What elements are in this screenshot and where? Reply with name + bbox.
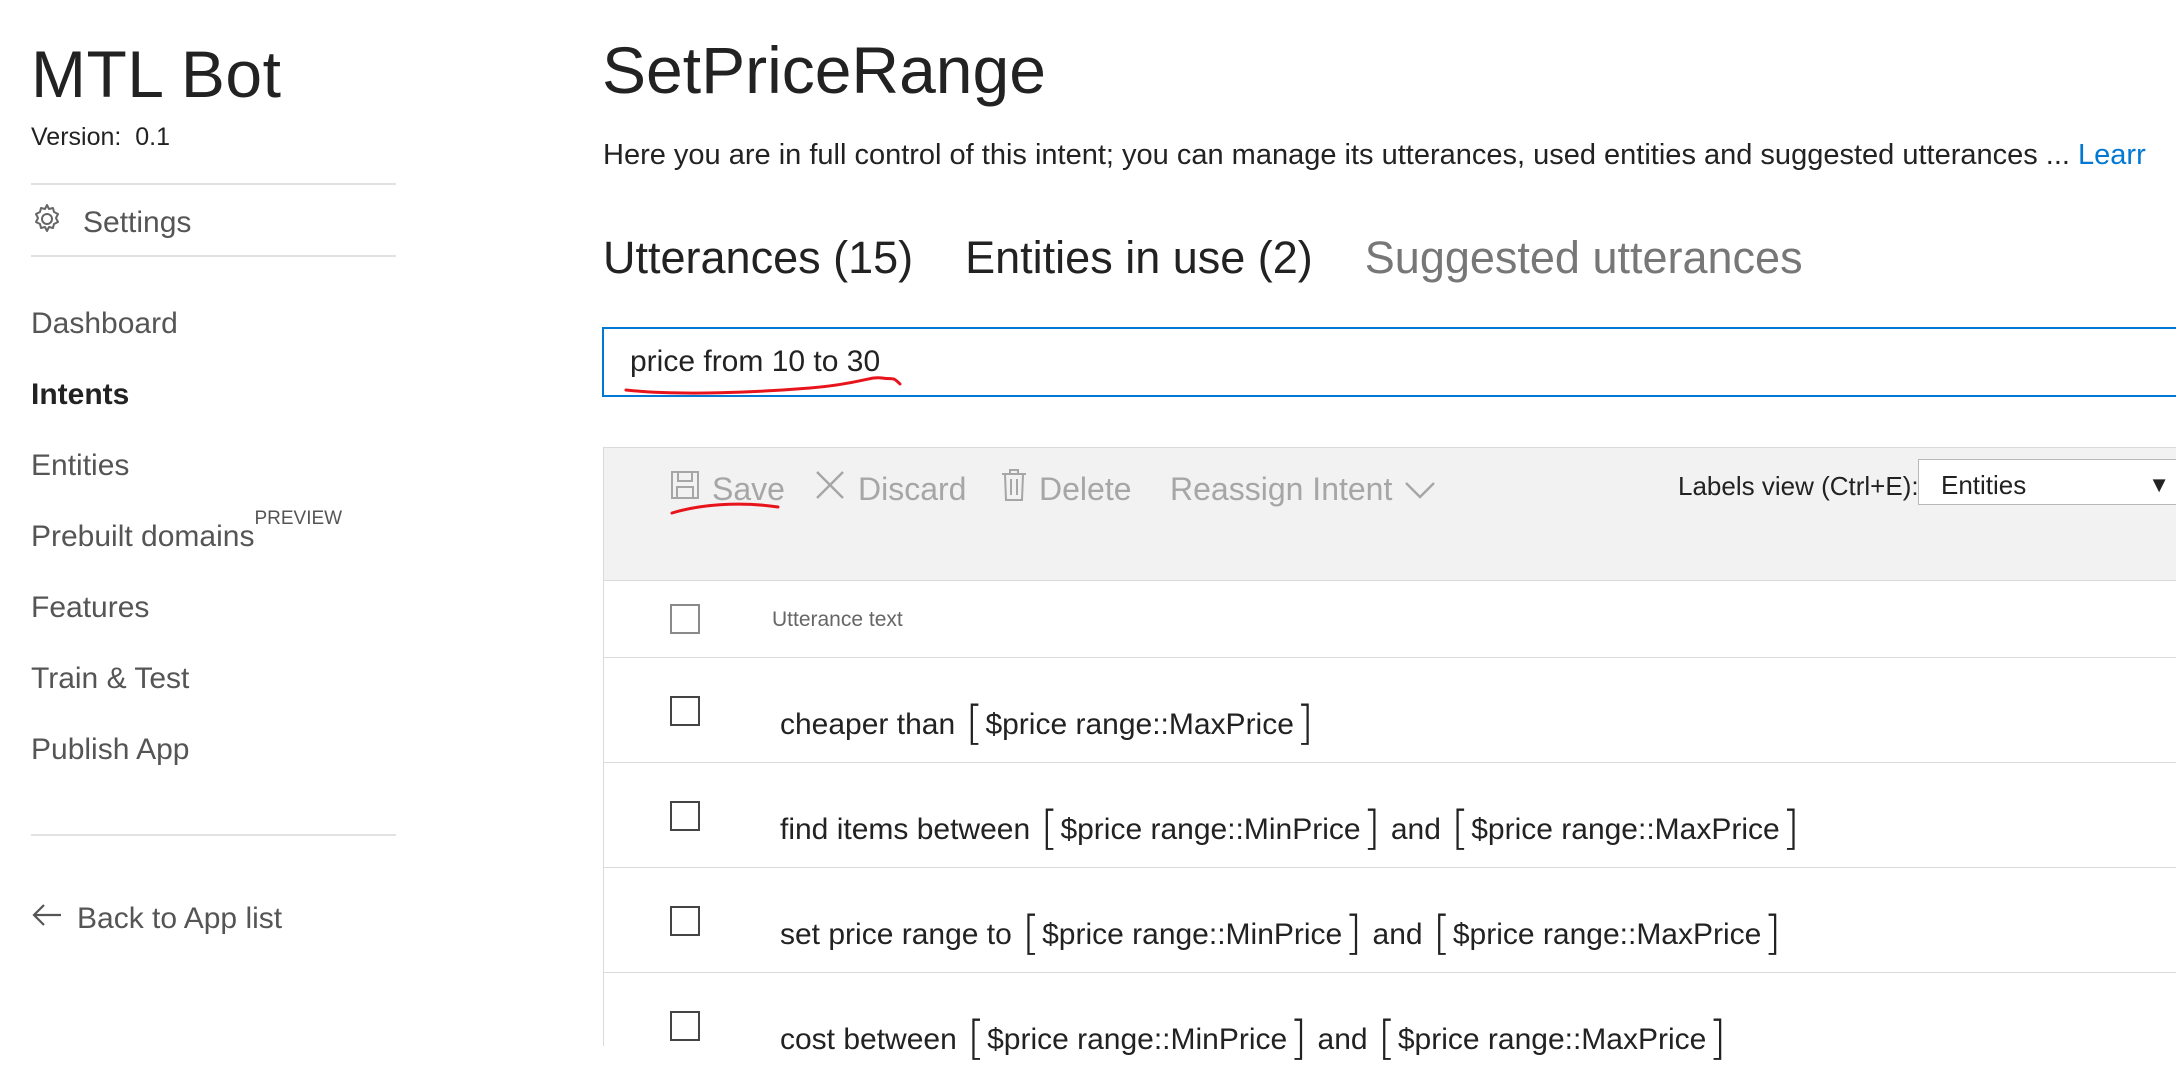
utterance-input[interactable] (602, 327, 2176, 397)
arrow-left-icon (31, 902, 63, 936)
row-checkbox[interactable] (670, 1011, 700, 1041)
delete-label: Delete (1039, 470, 1132, 507)
sidebar-item-publish-app[interactable]: Publish App (31, 733, 189, 767)
row-divider (603, 657, 2176, 658)
intent-description: Here you are in full control of this int… (603, 139, 2146, 172)
labels-view-value: Entities (1941, 470, 2027, 500)
utterance-text: find items between (780, 813, 1039, 846)
settings-label: Settings (83, 206, 192, 239)
reassign-intent-button[interactable]: Reassign Intent (1170, 470, 1436, 508)
caret-down-icon: ▼ (2148, 472, 2170, 497)
table-row[interactable]: cost between [$price range::MinPrice] an… (780, 1006, 1728, 1065)
gear-icon (31, 203, 63, 243)
save-button[interactable]: Save (670, 470, 785, 508)
sidebar-divider (31, 834, 396, 836)
labels-view-label: Labels view (Ctrl+E): (1678, 471, 1919, 501)
page-title: SetPriceRange (602, 33, 1046, 107)
sidebar-divider (31, 255, 396, 257)
table-row[interactable]: cheaper than [$price range::MaxPrice] (780, 691, 1316, 750)
settings-link[interactable]: Settings (31, 202, 191, 244)
utterance-text: set price range to (780, 918, 1021, 951)
sidebar-item-dashboard[interactable]: Dashboard (31, 307, 178, 341)
utterance-text: cheaper than (780, 708, 964, 741)
sidebar-item-features[interactable]: Features (31, 591, 149, 625)
select-all-checkbox[interactable] (670, 604, 700, 634)
back-label: Back to App list (77, 902, 283, 935)
entity-label[interactable]: $price range::MaxPrice (1398, 1023, 1706, 1056)
app-version: Version: 0.1 (31, 123, 170, 152)
preview-badge: PREVIEW (254, 508, 343, 529)
column-header-utterance-text: Utterance text (772, 608, 903, 631)
table-row[interactable]: find items between [$price range::MinPri… (780, 796, 1802, 855)
sidebar-item-train-test[interactable]: Train & Test (31, 662, 189, 696)
row-divider (603, 867, 2176, 868)
learn-more-link[interactable]: Learr (2078, 139, 2146, 171)
entity-label[interactable]: $price range::MinPrice (987, 1023, 1287, 1056)
table-row[interactable]: set price range to [$price range::MinPri… (780, 901, 1783, 960)
discard-button[interactable]: Discard (814, 470, 966, 508)
description-text: Here you are in full control of this int… (603, 139, 2070, 171)
entity-label[interactable]: $price range::MaxPrice (1453, 918, 1761, 951)
utterance-text: and (1309, 1023, 1376, 1056)
utterance-text: and (1382, 813, 1450, 846)
row-divider (603, 972, 2176, 973)
entity-label[interactable]: $price range::MaxPrice (1471, 813, 1779, 846)
sidebar-item-entities[interactable]: Entities (31, 449, 129, 483)
tab-entities-in-use[interactable]: Entities in use (2) (965, 232, 1313, 284)
app-title: MTL Bot (31, 37, 282, 111)
back-to-app-list-link[interactable]: Back to App list (31, 902, 282, 936)
utterance-text: and (1364, 918, 1431, 951)
sidebar-item-intents[interactable]: Intents (31, 378, 129, 412)
sidebar-item-label: Prebuilt domains (31, 520, 255, 553)
intent-tabs: Utterances (15) Entities in use (2) Sugg… (603, 232, 1803, 284)
version-label: Version: (31, 123, 122, 151)
tab-suggested-utterances[interactable]: Suggested utterances (1365, 232, 1803, 284)
save-label: Save (712, 470, 785, 507)
row-checkbox[interactable] (670, 696, 700, 726)
entity-label[interactable]: $price range::MaxPrice (985, 708, 1293, 741)
trash-icon (1001, 468, 1027, 510)
entity-label[interactable]: $price range::MinPrice (1060, 813, 1360, 846)
sidebar-divider (31, 183, 396, 185)
close-icon (814, 469, 846, 509)
sidebar-item-prebuilt-domains[interactable]: Prebuilt domainsPREVIEW (31, 508, 342, 554)
labels-view-select[interactable]: Entities ▼ (1918, 459, 2176, 505)
version-value: 0.1 (135, 123, 171, 151)
tab-utterances[interactable]: Utterances (15) (603, 232, 913, 284)
row-checkbox[interactable] (670, 906, 700, 936)
discard-label: Discard (858, 470, 967, 507)
reassign-label: Reassign Intent (1170, 470, 1393, 507)
row-checkbox[interactable] (670, 801, 700, 831)
row-divider (603, 762, 2176, 763)
chevron-down-icon (1404, 471, 1436, 508)
delete-button[interactable]: Delete (1001, 468, 1132, 510)
floppy-disk-icon (670, 470, 700, 508)
entity-label[interactable]: $price range::MinPrice (1042, 918, 1342, 951)
utterance-text: cost between (780, 1023, 966, 1056)
